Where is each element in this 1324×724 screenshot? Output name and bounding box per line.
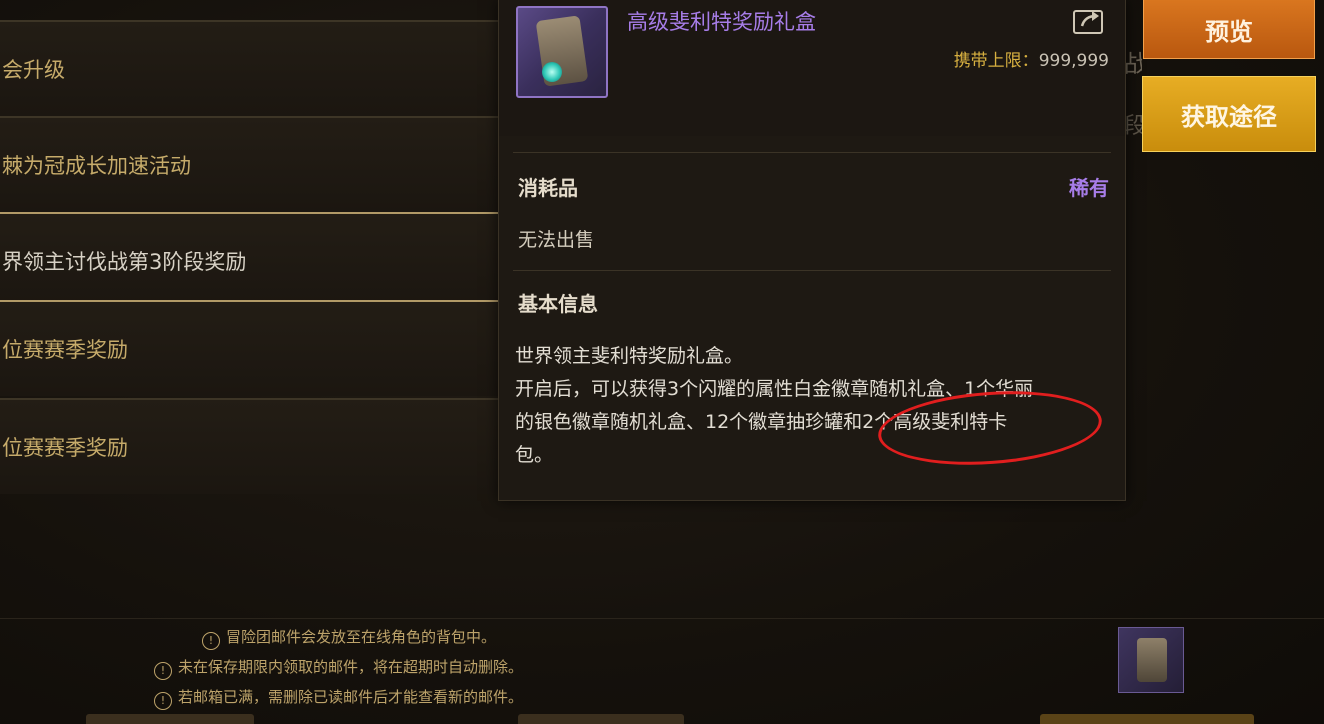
preview-button[interactable]: 预览 [1143,0,1315,59]
mail-item[interactable]: 位赛赛季奖励 [0,300,498,396]
item-rarity: 稀有 [1069,176,1109,200]
mail-item[interactable]: 会升级 [0,20,498,116]
notice-item: ! 冒险团邮件会发放至在线角色的背包中。 [202,626,496,650]
mail-list: 会升级 棘为冠成长加速活动 界领主讨伐战第3阶段奖励 位赛赛季奖励 位赛赛季奖励 [0,0,500,500]
info-icon: ! [154,662,172,680]
item-name: 高级斐利特奖励礼盒 [627,10,816,34]
carry-limit-value: 999,999 [1038,51,1109,71]
carry-limit-label: 携带上限： [953,51,1039,71]
notice-text: 未在保存期限内领取的邮件，将在超期时自动删除。 [178,658,524,676]
bottom-button-edge[interactable] [518,714,684,724]
divider [0,618,1324,619]
get-source-button[interactable]: 获取途径 [1142,76,1316,152]
basic-info-title: 基本信息 [518,292,598,316]
tooltip-header: 高级斐利特奖励礼盒 携带上限：999,999 [499,0,1125,136]
description-line: 世界领主斐利特奖励礼盒。 [515,345,744,367]
mail-item-title: 位赛赛季奖励 [2,436,128,460]
notice-text: 冒险团邮件会发放至在线角色的背包中。 [226,628,497,646]
notice-text: 若邮箱已满，需删除已读邮件后才能查看新的邮件。 [178,688,524,706]
gift-box-icon [1137,638,1167,682]
item-type: 消耗品 [518,176,578,200]
notice-item: ! 若邮箱已满，需删除已读邮件后才能查看新的邮件。 [154,686,523,710]
info-icon: ! [154,692,172,710]
background-text-fragment: 战 [1124,50,1142,78]
gift-box-icon [516,6,608,98]
mail-item-title: 界领主讨伐战第3阶段奖励 [2,250,247,274]
divider [513,270,1111,271]
mail-item-selected[interactable]: 界领主讨伐战第3阶段奖励 [0,212,498,308]
bottom-button-edge[interactable] [86,714,254,724]
mail-item-title: 位赛赛季奖励 [2,338,128,362]
notice-item: ! 未在保存期限内领取的邮件，将在超期时自动删除。 [154,656,523,680]
sell-status: 无法出售 [518,229,595,251]
bottom-button-edge[interactable] [1040,714,1254,724]
mail-item-title: 会升级 [2,58,65,82]
background-text-fragment: 段 [1124,114,1142,139]
mail-item[interactable]: 位赛赛季奖励 [0,398,498,494]
carry-limit: 携带上限：999,999 [954,46,1109,71]
mail-item[interactable]: 棘为冠成长加速活动 [0,116,498,212]
divider [513,152,1111,153]
attachment-item-slot[interactable] [1118,627,1184,693]
mail-item-title: 棘为冠成长加速活动 [2,154,191,178]
share-icon[interactable] [1073,10,1103,34]
info-icon: ! [202,632,220,650]
